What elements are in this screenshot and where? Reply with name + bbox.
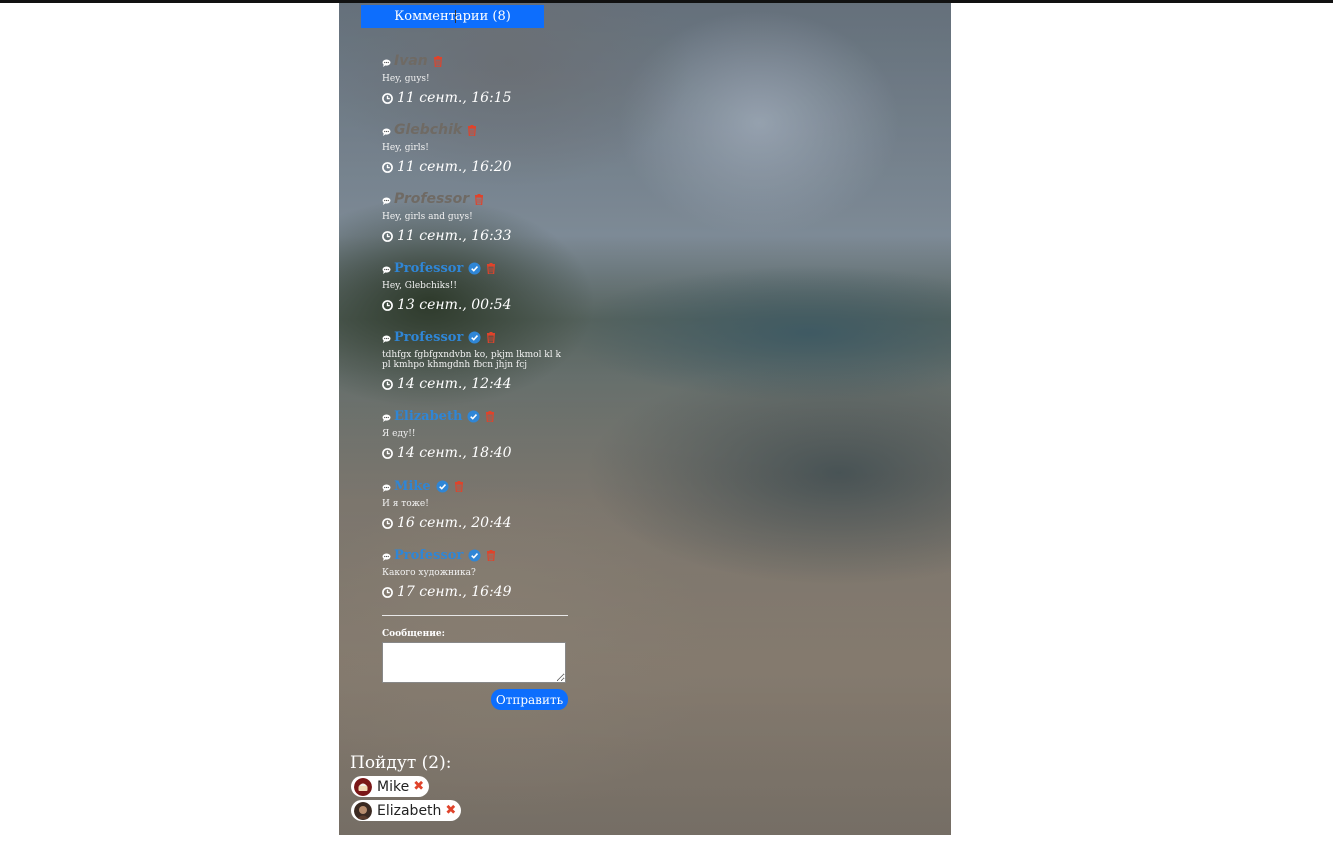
trash-icon[interactable] xyxy=(433,55,443,67)
clock-icon xyxy=(382,378,393,390)
comment-icon xyxy=(382,197,391,205)
comment-author[interactable]: Glebchik xyxy=(394,122,462,138)
clock-icon xyxy=(382,230,393,242)
comment-author[interactable]: Professor xyxy=(394,330,463,345)
message-textarea[interactable] xyxy=(382,642,566,683)
comment-icon xyxy=(382,335,391,343)
comment-text: Я еду!! xyxy=(382,429,416,439)
verified-check-icon xyxy=(468,261,481,275)
verified-check-icon xyxy=(467,409,480,423)
comments-tab-label-b: арии (8) xyxy=(454,9,511,24)
avatar xyxy=(354,801,372,820)
comment-text: Hey, Glebchiks!! xyxy=(382,281,457,291)
remove-icon[interactable]: ✖ xyxy=(413,779,424,794)
clock-icon xyxy=(382,586,393,598)
comment-text: Hey, girls! xyxy=(382,143,429,153)
verified-check-icon xyxy=(468,330,481,344)
comment-time: 11 сент., 16:20 xyxy=(397,159,512,175)
verified-check-icon xyxy=(436,479,449,493)
trash-icon[interactable] xyxy=(474,193,484,205)
comment-author[interactable]: Professor xyxy=(394,191,469,207)
comment-text: И я тоже! xyxy=(382,499,429,509)
comment-item: Elizabeth Я еду!! 14 сент., 18:40 xyxy=(382,407,582,462)
comment-author[interactable]: Mike xyxy=(394,479,431,494)
clock-icon xyxy=(382,299,393,311)
comments-tab[interactable]: Комментарии (8) xyxy=(361,5,544,28)
comment-time: 11 сент., 16:15 xyxy=(397,90,512,106)
comment-icon xyxy=(382,266,391,274)
comment-icon xyxy=(382,484,391,492)
clock-icon xyxy=(382,161,393,173)
attendee-name: Elizabeth xyxy=(377,802,442,819)
remove-icon[interactable]: ✖ xyxy=(445,803,456,818)
comment-time: 16 сент., 20:44 xyxy=(397,515,512,531)
comment-time: 14 сент., 12:44 xyxy=(397,376,512,392)
comment-icon xyxy=(382,128,391,136)
comment-icon xyxy=(382,553,391,561)
trash-icon[interactable] xyxy=(486,549,496,561)
clock-icon xyxy=(382,517,393,529)
comment-icon xyxy=(382,59,391,67)
trash-icon[interactable] xyxy=(467,124,477,136)
comment-item: Professor tdhfgx fgbfgxndvbn ko, pkjm lk… xyxy=(382,328,572,393)
clock-icon xyxy=(382,447,393,459)
comment-time: 13 сент., 00:54 xyxy=(397,297,512,313)
comment-item: Ivan Hey, guys! 11 сент., 16:15 xyxy=(382,52,582,106)
comment-item: Professor Какого художника? 17 сент., 16… xyxy=(382,546,582,601)
comment-text: Какого художника? xyxy=(382,568,476,578)
comment-icon xyxy=(382,414,391,422)
comment-text: tdhfgx fgbfgxndvbn ko, pkjm lkmol kl k p… xyxy=(382,350,561,370)
clock-icon xyxy=(382,92,393,104)
message-label: Сообщение: xyxy=(382,629,445,639)
comment-item: Professor Hey, girls and guys! 11 сент.,… xyxy=(382,190,582,244)
comments-tab-label-a: Коммент xyxy=(394,9,456,24)
divider xyxy=(382,615,568,616)
comment-author[interactable]: Professor xyxy=(394,548,463,563)
comment-time: 17 сент., 16:49 xyxy=(397,584,512,600)
comment-item: Professor Hey, Glebchiks!! 13 сент., 00:… xyxy=(382,259,582,314)
comment-item: Glebchik Hey, girls! 11 сент., 16:20 xyxy=(382,121,582,175)
avatar xyxy=(354,777,372,796)
comment-text: Hey, guys! xyxy=(382,74,430,84)
trash-icon[interactable] xyxy=(486,331,496,343)
comment-author[interactable]: Professor xyxy=(394,261,463,276)
send-button[interactable]: Отправить xyxy=(491,689,568,710)
trash-icon[interactable] xyxy=(454,480,464,492)
comment-item: Mike И я тоже! 16 сент., 20:44 xyxy=(382,477,582,532)
trash-icon[interactable] xyxy=(486,262,496,274)
comment-time: 11 сент., 16:33 xyxy=(397,228,512,244)
attendee-chip: Elizabeth ✖ xyxy=(351,800,462,821)
attendees-title: Пойдут (2): xyxy=(350,753,452,773)
attendee-chip: Mike ✖ xyxy=(351,776,430,797)
trash-icon[interactable] xyxy=(485,410,495,422)
event-panel: Комментарии (8) Ivan Hey, guys! 11 сент.… xyxy=(339,3,951,835)
comment-author[interactable]: Elizabeth xyxy=(394,409,462,424)
attendee-name: Mike xyxy=(377,778,410,795)
comment-text: Hey, girls and guys! xyxy=(382,212,473,222)
comment-time: 14 сент., 18:40 xyxy=(397,445,512,461)
comment-author[interactable]: Ivan xyxy=(394,53,428,69)
verified-check-icon xyxy=(468,548,481,562)
